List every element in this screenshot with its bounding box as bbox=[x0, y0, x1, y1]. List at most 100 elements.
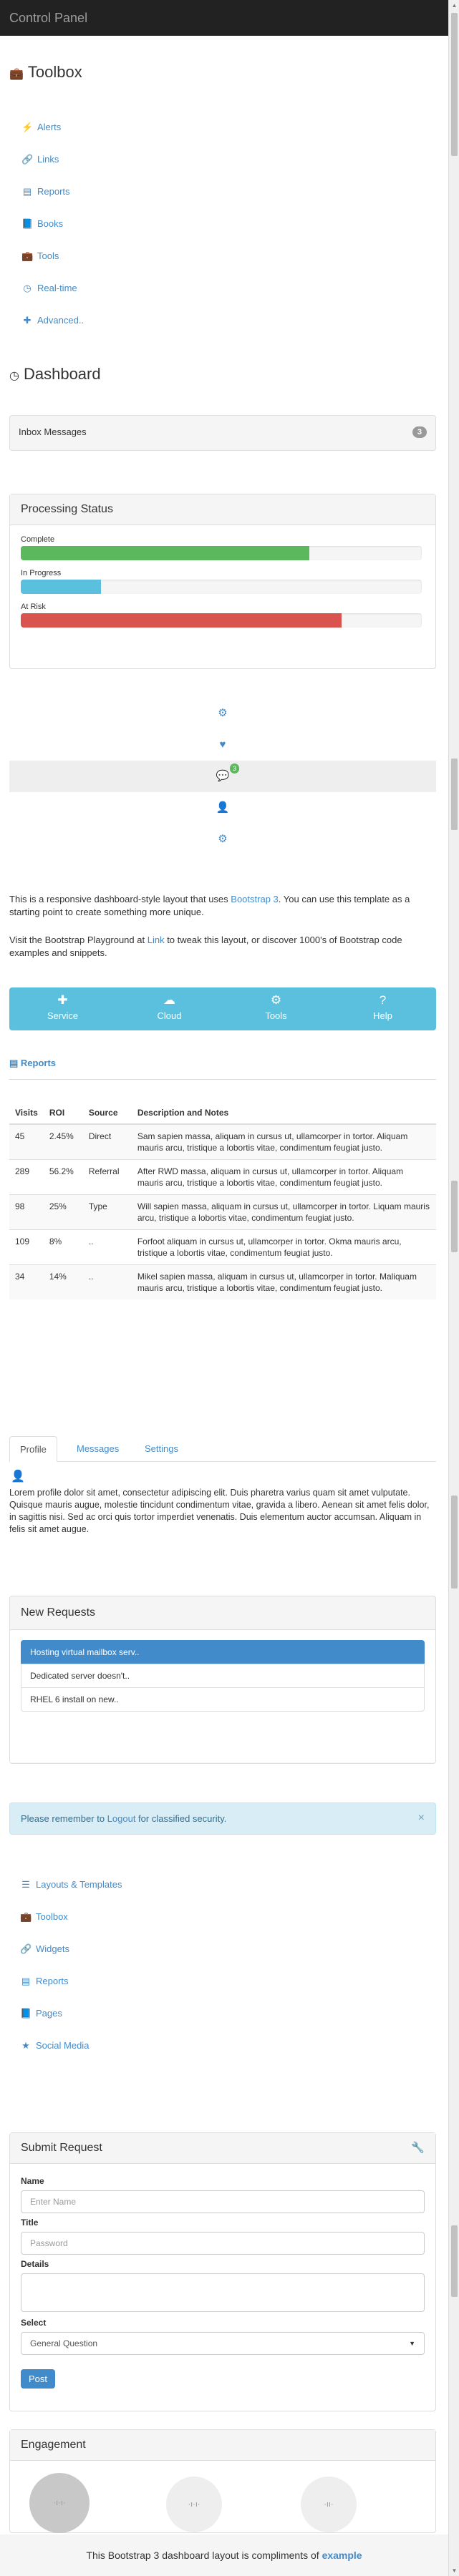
table-cell: After RWD massa, aliquam in cursus ut, u… bbox=[131, 1159, 436, 1195]
title-input[interactable]: Password bbox=[21, 2232, 425, 2255]
toolbox-link-advanced[interactable]: ✚ Advanced.. bbox=[21, 315, 84, 326]
toolbox-heading: 💼 Toolbox bbox=[9, 63, 82, 81]
briefcase-icon: 💼 bbox=[9, 68, 24, 80]
nav-link-layouts-templates[interactable]: ☰ Layouts & Templates bbox=[20, 1879, 122, 1890]
table-cell: 34 bbox=[9, 1264, 44, 1299]
table-cell: 14% bbox=[43, 1264, 83, 1299]
scrollbar-thumb[interactable] bbox=[451, 13, 458, 156]
table-cell: 56.2% bbox=[43, 1159, 83, 1195]
toolbox-link-alerts[interactable]: ⚡ Alerts bbox=[21, 122, 61, 133]
nav-link-social-media[interactable]: ★ Social Media bbox=[20, 2040, 89, 2051]
user-icon[interactable]: 👤 bbox=[9, 792, 436, 824]
comment-icon[interactable]: 💬 3 bbox=[9, 761, 436, 792]
scrollbar-thumb-region[interactable] bbox=[451, 2225, 458, 2297]
title-label: Title bbox=[21, 2218, 39, 2228]
dashboard-icon: ◷ bbox=[9, 370, 19, 382]
engagement-gauge: ·ı·ı· bbox=[166, 2477, 222, 2532]
table-cell: 109 bbox=[9, 1229, 44, 1265]
engagement-gauge: ·ıı· bbox=[301, 2477, 357, 2532]
col-visits: Visits bbox=[9, 1102, 44, 1125]
tile-row: ✚ Service ☁ Cloud ⚙ Tools? Help bbox=[9, 987, 436, 1030]
clock-icon: ◷ bbox=[23, 283, 32, 293]
tile-service[interactable]: ✚ Service bbox=[9, 987, 116, 1030]
toolbox-link-reports[interactable]: ▤ Reports bbox=[21, 186, 70, 197]
visit-paragraph: Visit the Bootstrap Playground at Link t… bbox=[9, 935, 402, 958]
nav-link-widgets[interactable]: 🔗 Widgets bbox=[20, 1943, 69, 1955]
tab-messages[interactable]: Messages bbox=[67, 1436, 129, 1462]
list-icon: ☰ bbox=[21, 1879, 30, 1890]
plus-icon: ✚ bbox=[57, 993, 68, 1007]
scroll-down-icon[interactable]: ▼ bbox=[449, 2565, 459, 2576]
table-cell: .. bbox=[82, 1229, 132, 1265]
scrollbar-thumb-region[interactable] bbox=[451, 758, 458, 830]
toolbox-link-books[interactable]: 📘 Books bbox=[21, 218, 63, 230]
table-cell: 98 bbox=[9, 1194, 44, 1230]
inbox-panel[interactable]: Inbox Messages 3 bbox=[9, 415, 436, 451]
request-type-select[interactable]: General Question ▼ bbox=[21, 2332, 425, 2355]
post-button[interactable]: Post bbox=[21, 2369, 56, 2389]
heart-icon[interactable]: ♥ bbox=[9, 729, 436, 761]
table-row: 109 8%.. Forfoot aliquam in cursus ut, ull… bbox=[9, 1229, 436, 1265]
cog-icon[interactable]: ⚙ bbox=[9, 698, 436, 729]
playground-link[interactable]: Link bbox=[148, 935, 165, 945]
scroll-up-icon[interactable]: ▲ bbox=[449, 0, 459, 11]
bolt-icon: ⚡ bbox=[21, 122, 34, 132]
col-roi: ROI bbox=[43, 1102, 83, 1125]
submit-request-panel: Submit Request 🔧 Name Enter Name Title P… bbox=[9, 2132, 436, 2411]
progress-bar bbox=[21, 546, 422, 560]
table-cell: Direct bbox=[82, 1123, 132, 1160]
close-icon[interactable]: × bbox=[418, 1813, 425, 1824]
request-item[interactable]: Hosting virtual mailbox serv.. bbox=[21, 1640, 425, 1664]
cog-icon[interactable]: ⚙ bbox=[9, 824, 436, 855]
progress-label: In Progress bbox=[21, 569, 62, 577]
table-row: 45 2.45% Direct Sam sapien massa, aliquam i… bbox=[9, 1123, 436, 1160]
scrollbar-thumb-region[interactable] bbox=[451, 1496, 458, 1589]
cloud-icon: ☁ bbox=[163, 993, 175, 1007]
toolbox-link-links[interactable]: 🔗 Links bbox=[21, 154, 59, 165]
details-label: Details bbox=[21, 2259, 49, 2269]
tile-cloud[interactable]: ☁ Cloud bbox=[116, 987, 223, 1030]
reports-table: Visits ROI Source Description and Notes … bbox=[9, 1102, 436, 1299]
progress-fill bbox=[21, 613, 342, 628]
scrollbar-thumb-region[interactable] bbox=[451, 1181, 458, 1252]
inbox-count-badge: 3 bbox=[412, 426, 427, 438]
logout-alert: Please remember to Logout for classified… bbox=[9, 1802, 436, 1835]
submit-request-title: Submit Request bbox=[21, 2142, 102, 2154]
select-label: Select bbox=[21, 2318, 47, 2328]
name-input[interactable]: Enter Name bbox=[21, 2190, 425, 2213]
request-item[interactable]: Dedicated server doesn't.. bbox=[21, 1664, 425, 1688]
scrollbar[interactable]: ▲ ▼ bbox=[448, 0, 459, 2576]
link-icon: 🔗 bbox=[21, 154, 34, 165]
briefcase-icon: 💼 bbox=[21, 250, 34, 261]
nav-link-toolbox[interactable]: 💼 Toolbox bbox=[20, 1911, 68, 1923]
table-row: 98 25% Type Will sapien massa, aliquam in c… bbox=[9, 1194, 436, 1230]
nav-link-pages[interactable]: 📘 Pages bbox=[20, 2008, 62, 2019]
table-cell: 45 bbox=[9, 1123, 44, 1160]
request-item[interactable]: RHEL 6 install on new.. bbox=[21, 1687, 425, 1712]
toolbox-link-tools[interactable]: 💼 Tools bbox=[21, 250, 59, 262]
details-textarea[interactable] bbox=[21, 2273, 425, 2312]
tab-profile[interactable]: Profile bbox=[9, 1436, 57, 1462]
wrench-icon: 🔧 bbox=[411, 2142, 425, 2154]
chat-badge: 3 bbox=[230, 763, 240, 774]
engagement-panel: Engagement ·ı·ı· ·ı·ı· ·ıı· bbox=[9, 2429, 436, 2533]
bootstrap-link[interactable]: Bootstrap 3 bbox=[231, 894, 279, 904]
logout-link[interactable]: Logout bbox=[107, 1813, 136, 1824]
example-link[interactable]: example bbox=[322, 2550, 362, 2561]
inbox-label[interactable]: Inbox Messages bbox=[19, 426, 87, 437]
tab-settings[interactable]: Settings bbox=[135, 1436, 188, 1462]
table-cell: Sam sapien massa, aliquam in cursus ut, … bbox=[131, 1123, 436, 1160]
navbar-brand[interactable]: Control Panel bbox=[9, 11, 87, 25]
toolbox-link-real-time[interactable]: ◷ Real-time bbox=[21, 283, 77, 294]
col-description: Description and Notes bbox=[131, 1102, 436, 1125]
book-icon: 📘 bbox=[21, 218, 34, 229]
cog-icon: ⚙ bbox=[270, 993, 282, 1007]
list-alt-icon: ▤ bbox=[21, 1976, 31, 1986]
nav-link-reports[interactable]: ▤ Reports bbox=[20, 1976, 69, 1987]
reports-heading[interactable]: ▤ Reports bbox=[9, 1058, 56, 1069]
tile-help[interactable]: ? Help bbox=[329, 987, 436, 1030]
progress-bar bbox=[21, 613, 422, 628]
progress-bar bbox=[21, 580, 422, 594]
tile-tools[interactable]: ⚙ Tools bbox=[223, 987, 329, 1030]
user-icon: 👤 bbox=[11, 1470, 25, 1483]
